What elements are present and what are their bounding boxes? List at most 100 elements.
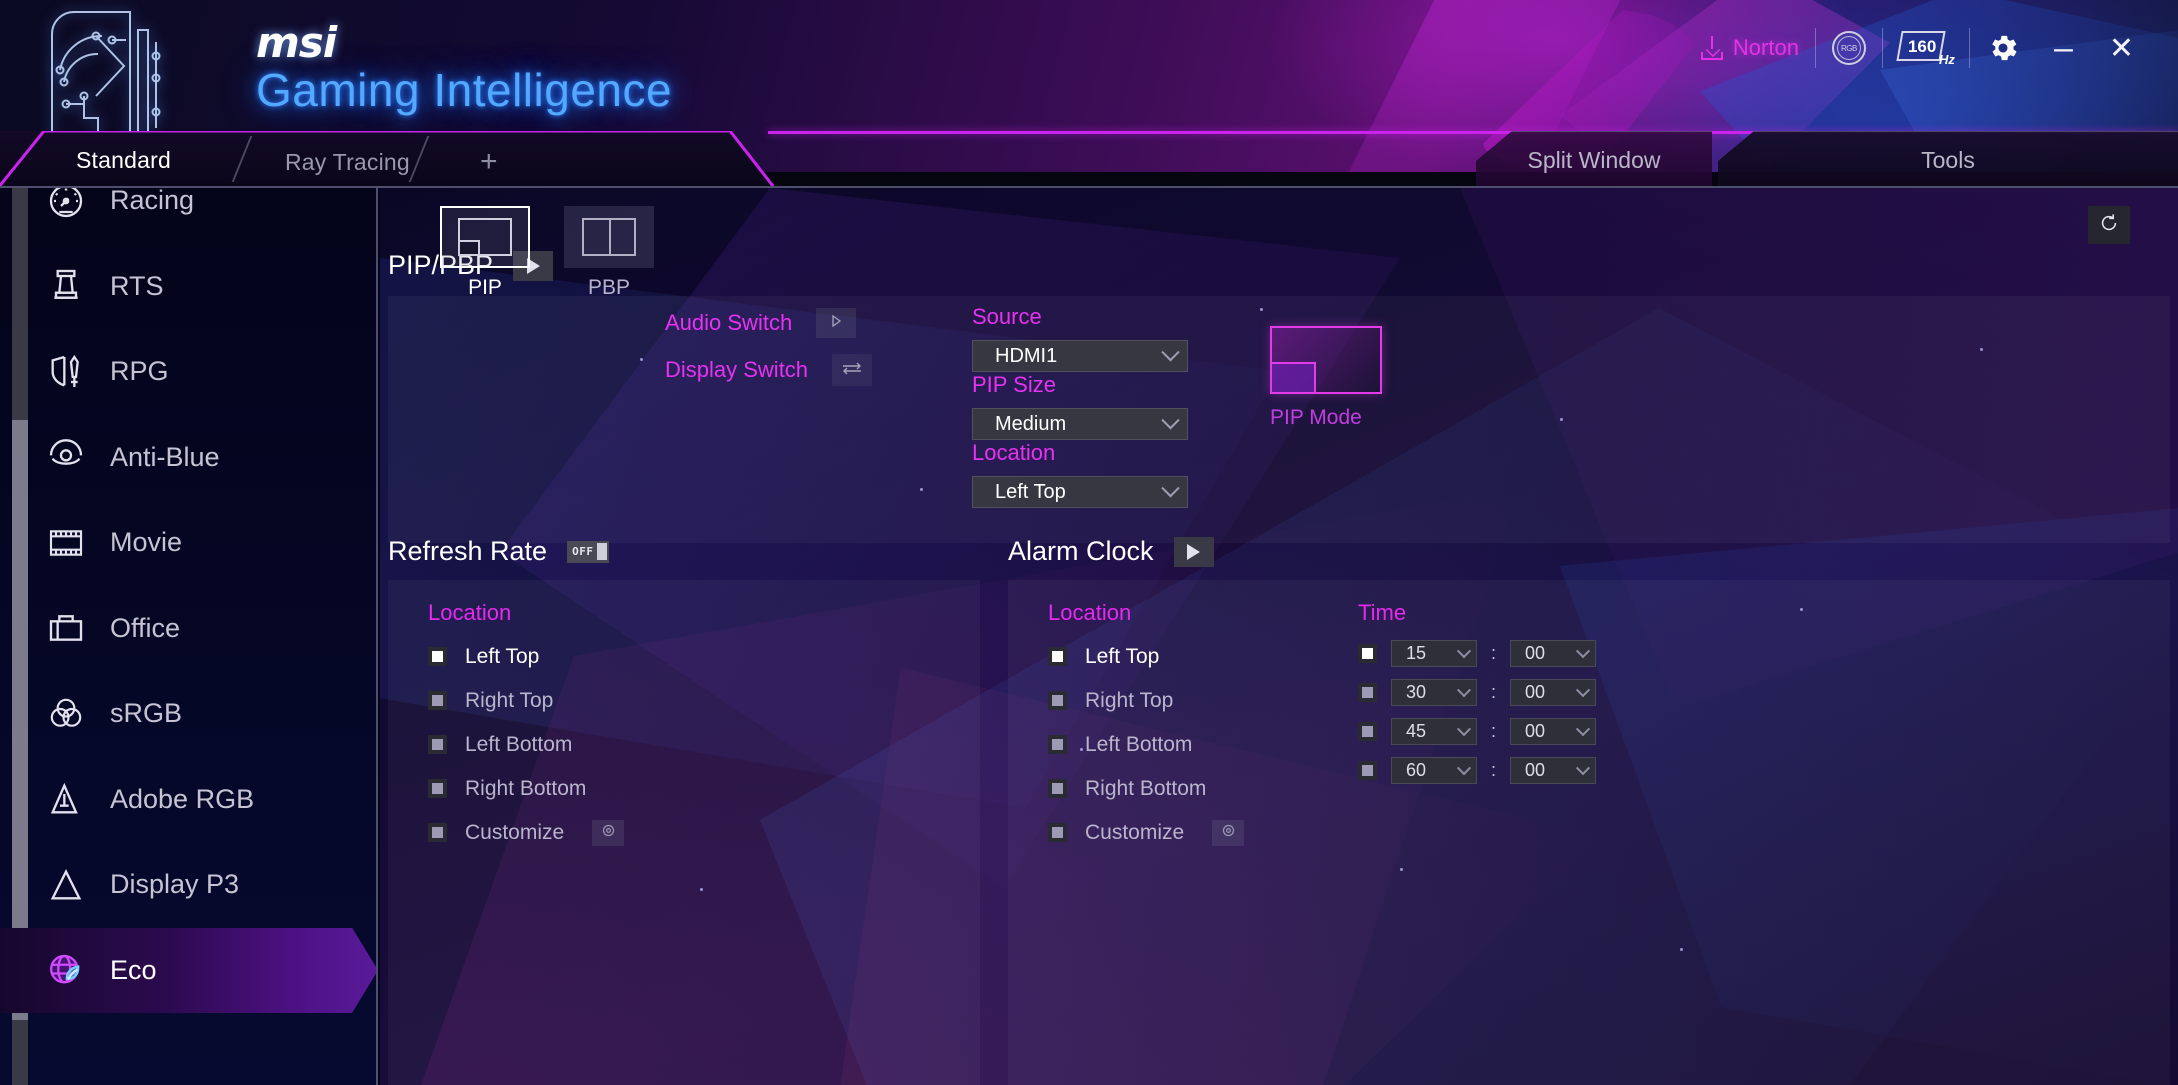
time-seconds-dropdown[interactable]: 00 <box>1510 640 1597 667</box>
radio-row[interactable]: Left Top <box>1048 642 1244 671</box>
tab-ray-tracing[interactable]: Ray Tracing <box>285 149 410 176</box>
close-button[interactable]: ✕ <box>2091 0 2152 96</box>
chevron-down-icon <box>1575 643 1591 658</box>
radio-row[interactable]: Left Bottom <box>1048 730 1244 759</box>
time-minutes-value: 30 <box>1406 682 1427 702</box>
gear-icon <box>1986 31 2020 65</box>
tab-split-window[interactable]: Split Window <box>1476 131 1712 188</box>
sidebar-item-movie[interactable]: Movie <box>28 500 376 586</box>
radio-row[interactable]: Right Top <box>1048 686 1244 715</box>
radio-row[interactable]: Right Top <box>428 686 624 715</box>
header-controls: Norton RGB 160 Hz – ✕ <box>1685 0 2152 96</box>
sidebar-item-anti-blue[interactable]: Anti-Blue <box>28 415 376 501</box>
time-row: 45 : 00 <box>1358 718 1597 745</box>
minimize-button[interactable]: – <box>2036 0 2091 96</box>
radio-label: Left Bottom <box>465 732 573 756</box>
pip-mode-tile[interactable]: PIP <box>440 206 530 300</box>
sidebar-item-rpg[interactable]: RPG <box>28 329 376 415</box>
sidebar-item-adobe-rgb[interactable]: Adobe RGB <box>28 757 376 843</box>
pbp-layout-icon <box>582 218 636 256</box>
radio-row[interactable]: Right Bottom <box>1048 774 1244 803</box>
time-seconds-value: 00 <box>1525 682 1546 702</box>
sidebar-list: Racing RTS RPG Anti-Blue Movie Office sR… <box>0 188 376 1013</box>
rgb-button[interactable]: RGB <box>1816 0 1882 96</box>
refresh-rate-location-label: Location <box>428 600 512 625</box>
tab-tools[interactable]: Tools <box>1718 131 2178 188</box>
sidebar-item-label: Office <box>110 612 181 643</box>
add-tab-button[interactable]: + <box>480 145 498 179</box>
radio-label: Left Top <box>465 644 540 668</box>
pbp-mode-tile[interactable]: PBP <box>564 206 654 300</box>
refresh-rate-indicator[interactable]: 160 Hz <box>1883 0 1969 96</box>
film-strip-icon <box>36 523 96 563</box>
time-seconds-dropdown[interactable]: 00 <box>1510 718 1597 745</box>
time-minutes-dropdown[interactable]: 30 <box>1391 679 1477 706</box>
radio-label: Right Bottom <box>465 776 587 800</box>
time-seconds-value: 00 <box>1525 643 1546 663</box>
settings-button[interactable] <box>1970 0 2036 96</box>
tab-standard-label[interactable]: Standard <box>76 147 171 174</box>
toggle-knob <box>597 543 608 560</box>
radio-label: Customize <box>1085 820 1185 844</box>
time-minutes-dropdown[interactable]: 15 <box>1391 640 1477 667</box>
time-row: 15 : 00 <box>1358 640 1597 667</box>
radio-icon <box>1048 735 1067 754</box>
triangle-icon <box>36 865 96 905</box>
globe-leaf-icon <box>36 949 96 991</box>
refresh-rate-value: 160 <box>1907 37 1937 56</box>
brand-msi: msi <box>256 18 337 67</box>
norton-button[interactable]: Norton <box>1685 0 1815 96</box>
sidebar-item-eco[interactable]: Eco <box>0 927 376 1013</box>
play-icon <box>1187 543 1201 560</box>
time-minutes-dropdown[interactable]: 45 <box>1391 718 1477 745</box>
sidebar-item-display-p3[interactable]: Display P3 <box>28 842 376 928</box>
chevron-down-icon <box>1575 682 1591 697</box>
radio-icon[interactable] <box>1358 683 1377 702</box>
radio-icon[interactable] <box>1358 722 1377 741</box>
time-seconds-dropdown[interactable]: 00 <box>1510 679 1597 706</box>
refresh-rate-icon: 160 Hz <box>1896 31 1955 67</box>
radio-row[interactable]: Customize <box>428 818 625 847</box>
chevron-down-icon <box>1575 760 1591 775</box>
gear-icon <box>1221 823 1236 843</box>
radio-row[interactable]: Right Bottom <box>428 774 624 803</box>
page-title: Gaming Intelligence <box>256 64 673 116</box>
pip-mode-tiles: PIP PBP <box>440 206 654 300</box>
sidebar-item-srgb[interactable]: sRGB <box>28 671 376 757</box>
radio-row[interactable]: Left Top <box>428 642 624 671</box>
briefcase-icon <box>36 608 96 648</box>
shield-sword-icon <box>36 352 96 392</box>
gear-icon <box>601 823 616 843</box>
sidebar-item-rts[interactable]: RTS <box>28 244 376 330</box>
time-row: 60 : 00 <box>1358 757 1597 784</box>
sidebar-item-office[interactable]: Office <box>28 586 376 672</box>
alarm-clock-title: Alarm Clock <box>1008 536 1154 566</box>
adobe-a-icon <box>36 779 96 819</box>
radio-icon <box>1048 823 1067 842</box>
time-minutes-dropdown[interactable]: 60 <box>1391 757 1477 784</box>
radio-row[interactable]: Customize <box>1048 818 1245 847</box>
customize-gear-button[interactable] <box>1212 819 1245 846</box>
alarm-clock-play-button[interactable] <box>1173 536 1214 567</box>
customize-gear-button[interactable] <box>592 819 625 846</box>
sidebar-item-label: Movie <box>110 527 183 558</box>
radio-label: Right Top <box>1085 688 1174 712</box>
time-minutes-value: 15 <box>1406 643 1427 663</box>
radio-icon <box>428 735 447 754</box>
sidebar-item-label: RPG <box>110 356 169 387</box>
time-seconds-dropdown[interactable]: 00 <box>1510 757 1597 784</box>
radio-icon <box>1048 779 1067 798</box>
chevron-down-icon <box>1456 643 1472 658</box>
alarm-location-label: Location <box>1048 600 1132 625</box>
refresh-rate-toggle[interactable]: OFF <box>567 540 610 563</box>
sidebar-item-racing[interactable]: Racing <box>28 188 376 244</box>
tab-bar: Standard Ray Tracing + Split Window Tool… <box>0 131 2178 188</box>
radio-row[interactable]: Left Bottom <box>428 730 624 759</box>
venn-circles-icon <box>36 694 96 734</box>
radio-icon[interactable] <box>1358 644 1377 663</box>
chevron-down-icon <box>1456 760 1472 775</box>
rgb-icon-label: RGB <box>1836 36 1861 60</box>
reset-button[interactable] <box>2088 206 2130 244</box>
window-body: Racing RTS RPG Anti-Blue Movie Office sR… <box>0 186 2178 1085</box>
radio-icon[interactable] <box>1358 761 1377 780</box>
